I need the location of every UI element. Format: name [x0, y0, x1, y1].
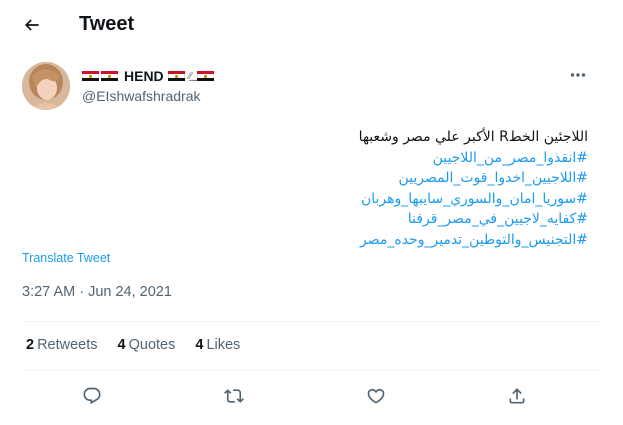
tweet-stats: 2 Retweets 4 Quotes 4 Likes	[26, 337, 240, 353]
tweet-header: Tweet	[0, 0, 623, 50]
hashtag-link[interactable]: #اللاجيين_اخدوا_قوت_المصريين	[230, 168, 588, 189]
divider	[22, 370, 602, 371]
likes-stat[interactable]: 4 Likes	[195, 337, 240, 353]
hashtag-link[interactable]: #كفايه_لاجيين_في_مصر_قرفنا	[230, 209, 588, 230]
tweet-actions	[0, 380, 623, 414]
avatar-image	[22, 62, 70, 110]
page-title: Tweet	[79, 13, 135, 35]
egypt-flag-icon	[82, 70, 99, 82]
more-button[interactable]	[566, 66, 590, 84]
likes-label: Likes	[206, 337, 241, 353]
tweet-text: اللاجئين الخطR الأكبر علي مصر وشعبها #ان…	[230, 127, 588, 250]
author-name[interactable]: HEND ⁄∕͟͟͟͟ ͟͟͟	[82, 66, 216, 86]
retweets-count: 2	[26, 337, 35, 353]
quotes-label: Quotes	[128, 337, 176, 353]
back-button[interactable]	[18, 11, 46, 39]
decoration-icon: ⁄∕͟͟͟͟ ͟͟͟	[188, 70, 195, 82]
egypt-flag-icon	[196, 70, 214, 82]
author-display-name: HEND	[124, 68, 164, 84]
hashtag-link[interactable]: #انقذوا_مصر_من_اللاجيين	[230, 148, 588, 169]
reply-icon	[83, 387, 101, 405]
share-icon	[509, 388, 525, 404]
retweets-label: Retweets	[37, 337, 98, 353]
tweet-timestamp[interactable]: 3:27 AM · Jun 24, 2021	[22, 284, 172, 300]
tweet-line: اللاجئين الخطR الأكبر علي مصر وشعبها	[358, 129, 588, 145]
more-horizontal-icon	[570, 73, 586, 77]
quotes-stat[interactable]: 4 Quotes	[118, 337, 176, 353]
like-button[interactable]	[360, 380, 392, 412]
retweets-stat[interactable]: 2 Retweets	[26, 337, 98, 353]
reply-button[interactable]	[76, 380, 108, 412]
egypt-flag-icon	[101, 70, 118, 82]
likes-count: 4	[195, 337, 204, 353]
translate-tweet-link[interactable]: Translate Tweet	[22, 251, 110, 265]
arrow-left-icon	[24, 19, 39, 31]
author-handle[interactable]: @EIshwafshradrak	[82, 88, 200, 104]
hashtag-link[interactable]: #التجنيس_والتوطين_تدمير_وحده_مصر	[230, 230, 588, 251]
quotes-count: 4	[117, 337, 126, 353]
divider	[22, 321, 602, 322]
egypt-flag-icon	[167, 70, 185, 82]
share-button[interactable]	[501, 380, 533, 412]
hashtag-link[interactable]: #سوريا_امان_والسوري_سايبها_وهربان	[230, 189, 588, 210]
retweet-icon	[224, 389, 244, 403]
heart-icon	[367, 388, 385, 404]
avatar[interactable]	[22, 62, 70, 110]
retweet-button[interactable]	[218, 380, 250, 412]
